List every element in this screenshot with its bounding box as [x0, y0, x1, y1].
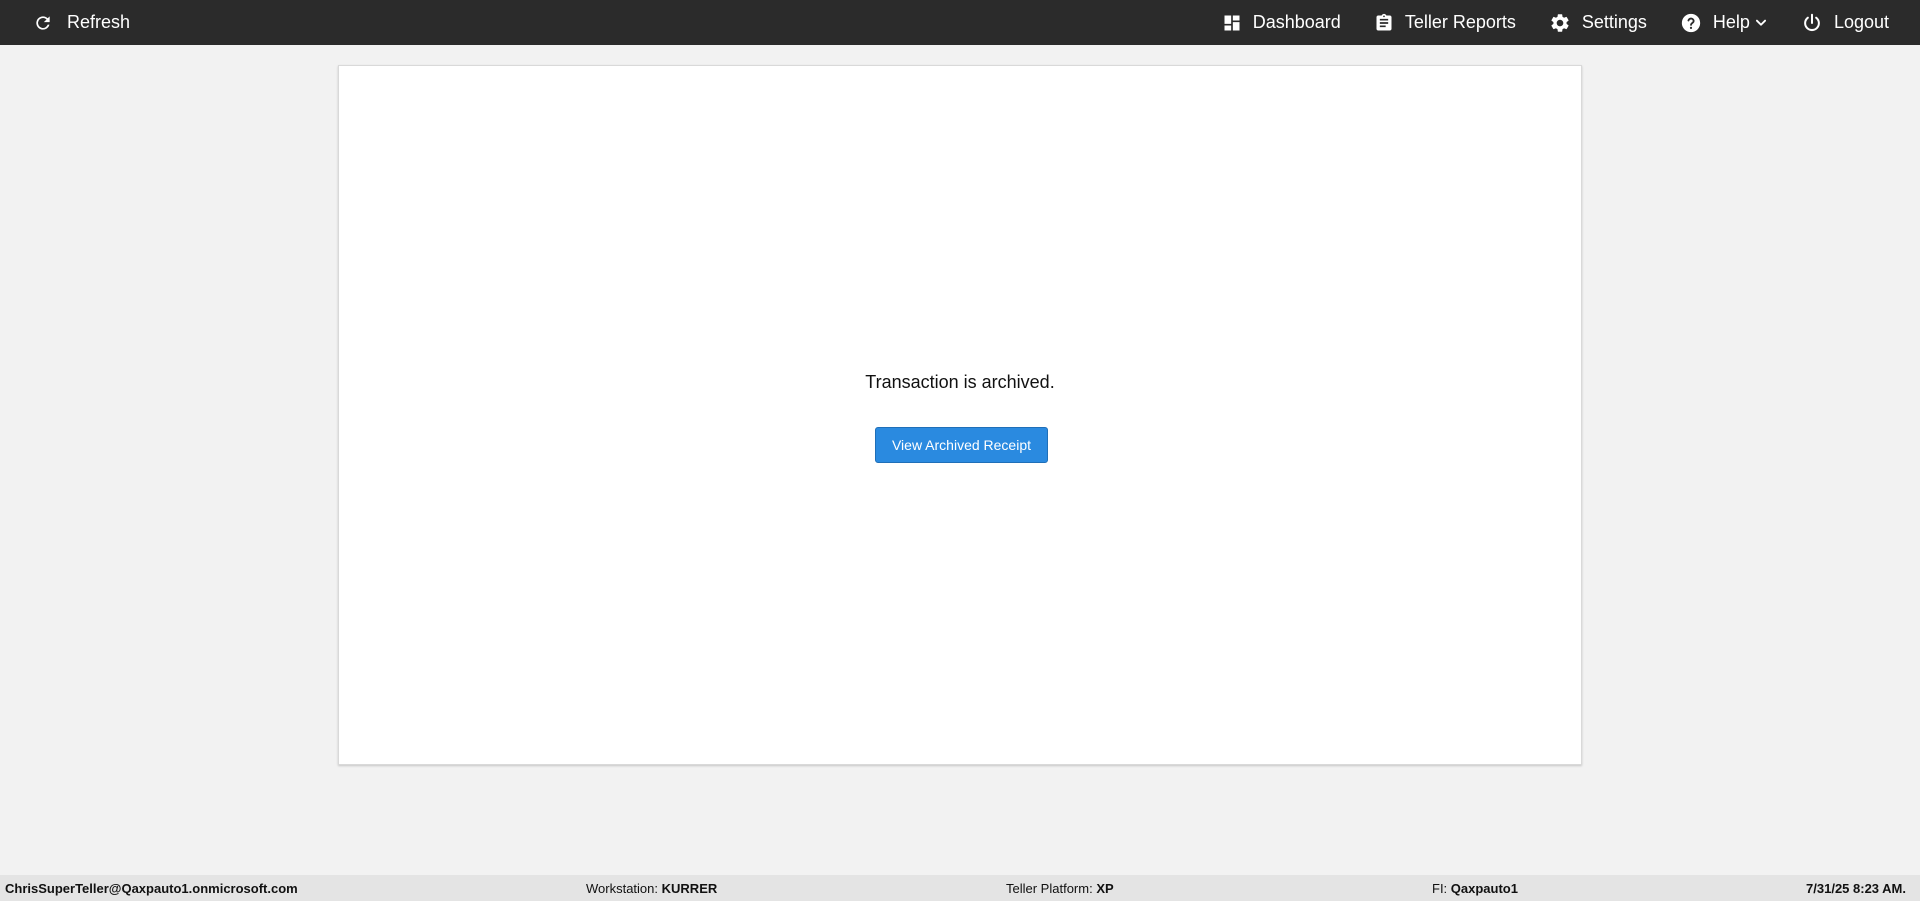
footer-fi: FI: Qaxpauto1: [1432, 881, 1518, 896]
refresh-button[interactable]: Refresh: [33, 0, 130, 45]
footer-workstation: Workstation: KURRER: [586, 881, 717, 896]
nav-dashboard[interactable]: Dashboard: [1222, 0, 1341, 45]
nav-teller-reports[interactable]: Teller Reports: [1374, 0, 1516, 45]
power-icon: [1801, 12, 1823, 34]
platform-value: XP: [1096, 881, 1114, 896]
nav-teller-reports-label: Teller Reports: [1404, 12, 1516, 32]
help-circle-icon: [1680, 12, 1702, 34]
content-card: Transaction is archived. View Archived R…: [338, 65, 1582, 765]
nav-settings[interactable]: Settings: [1549, 0, 1647, 45]
fi-value: Qaxpauto1: [1450, 881, 1518, 896]
footer-user: ChrisSuperTeller@Qaxpauto1.onmicrosoft.c…: [5, 881, 298, 896]
workstation-label: Workstation:: [586, 881, 659, 896]
footer-datetime: 7/31/25 8:23 AM.: [1806, 881, 1906, 896]
main-nav: Dashboard Teller Reports Settings Help L…: [1189, 0, 1889, 45]
nav-logout-label: Logout: [1833, 12, 1889, 32]
nav-help-label: Help: [1712, 12, 1750, 32]
gear-icon: [1549, 12, 1571, 34]
refresh-icon: [33, 13, 53, 33]
fi-label: FI:: [1432, 881, 1448, 896]
nav-settings-label: Settings: [1581, 12, 1647, 32]
workstation-value: KURRER: [661, 881, 718, 896]
view-archived-receipt-button[interactable]: View Archived Receipt: [875, 427, 1048, 463]
top-navbar: Refresh Dashboard Teller Reports Setting…: [0, 0, 1920, 45]
dashboard-icon: [1222, 13, 1242, 33]
archived-message: Transaction is archived.: [865, 372, 1055, 392]
nav-dashboard-label: Dashboard: [1252, 12, 1341, 32]
status-footer: ChrisSuperTeller@Qaxpauto1.onmicrosoft.c…: [0, 875, 1920, 901]
footer-platform: Teller Platform: XP: [1006, 881, 1114, 896]
platform-label: Teller Platform:: [1006, 881, 1093, 896]
refresh-label: Refresh: [67, 12, 131, 32]
clipboard-icon: [1374, 12, 1394, 34]
nav-help[interactable]: Help: [1680, 0, 1768, 45]
chevron-down-icon: [1754, 16, 1768, 30]
nav-logout[interactable]: Logout: [1801, 0, 1889, 45]
